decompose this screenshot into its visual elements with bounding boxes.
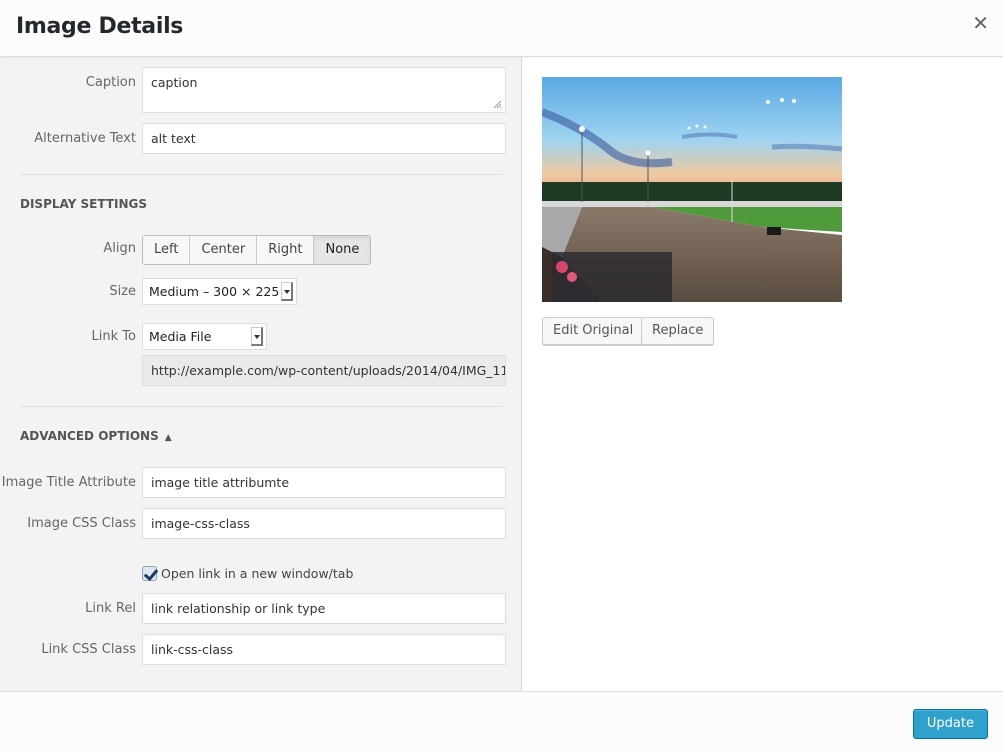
link-rel-label: Link Rel [85,601,136,616]
image-css-class-input[interactable]: image-css-class [142,508,506,539]
link-to-value: Media File [149,329,212,344]
open-new-window-checkbox[interactable] [142,566,157,581]
caption-label: Caption [85,75,136,90]
align-none-button[interactable]: None [314,236,371,264]
chevron-down-icon [281,282,293,301]
modal-header: Image Details ✕ [0,0,1003,57]
divider [20,406,502,407]
edit-original-button[interactable]: Edit Original [542,317,645,345]
align-left-button[interactable]: Left [143,236,191,264]
size-value: Medium – 300 × 225 [149,284,280,299]
modal-footer: Update [0,691,1003,752]
link-url-field[interactable]: http://example.com/wp-content/uploads/20… [142,355,506,386]
display-settings-heading: Display Settings [20,197,148,211]
align-label: Align [103,241,136,256]
alt-text-label: Alternative Text [34,131,136,146]
align-button-group: Left Center Right None [142,235,372,265]
divider [20,174,502,175]
image-title-input[interactable]: image title attribumte [142,467,506,498]
settings-panel: Caption caption Alternative Text alt tex… [0,57,522,691]
link-css-class-input[interactable]: link-css-class [142,634,506,665]
modal-title: Image Details [16,14,184,39]
close-icon[interactable]: ✕ [972,11,989,35]
update-button[interactable]: Update [912,709,988,739]
link-to-select[interactable]: Media File [142,323,267,350]
alt-text-input[interactable]: alt text [142,123,506,154]
caption-value: caption [151,75,198,90]
advanced-options-heading: Advanced Options [20,429,159,443]
triangle-up-icon: ▲ [164,433,172,443]
link-rel-input[interactable]: link relationship or link type [142,593,506,624]
link-css-class-label: Link CSS Class [41,642,136,657]
size-select[interactable]: Medium – 300 × 225 [142,278,297,305]
replace-button[interactable]: Replace [641,317,715,345]
image-preview-panel: Edit Original Replace [523,57,1003,691]
align-right-button[interactable]: Right [257,236,315,264]
racetrack-photo [542,77,842,302]
open-new-window-option[interactable]: Open link in a new window/tab [142,566,353,581]
image-title-label: Image Title Attribute [1,475,136,490]
size-label: Size [109,284,136,299]
align-center-button[interactable]: Center [190,236,258,264]
link-to-label: Link To [91,329,136,344]
advanced-options-toggle[interactable]: Advanced Options ▲ [20,429,172,443]
chevron-down-icon [251,327,263,346]
open-new-window-label: Open link in a new window/tab [161,566,354,581]
caption-textarea[interactable]: caption [142,67,506,113]
image-css-class-label: Image CSS Class [27,516,136,531]
resize-handle-icon[interactable] [492,99,502,109]
image-preview [542,77,842,302]
